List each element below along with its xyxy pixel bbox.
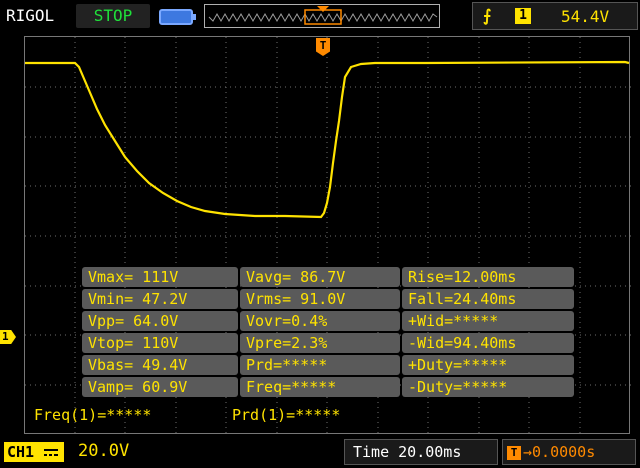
measurement-row: Vmax= 111V Vavg= 86.7V Rise=12.00ms bbox=[82, 266, 576, 288]
measure-vovr: Vovr=0.4% bbox=[240, 311, 400, 331]
measure-vtop: Vtop= 110V bbox=[82, 333, 238, 353]
run-stop-button[interactable]: STOP bbox=[76, 4, 150, 28]
top-status-bar: RIGOL STOP ⨍ 1 54.4V bbox=[0, 0, 640, 32]
measure-period: Prd=***** bbox=[240, 355, 400, 375]
measure-rise: Rise=12.00ms bbox=[402, 267, 574, 287]
waveform-memory-overview[interactable] bbox=[204, 4, 440, 28]
trigger-source-badge: 1 bbox=[515, 8, 531, 24]
measure-frequency: Freq=***** bbox=[240, 377, 400, 397]
measurement-row: Vpp= 64.0V Vovr=0.4% +Wid=***** bbox=[82, 310, 576, 332]
trigger-offset-readout[interactable]: T →0.0000s bbox=[502, 439, 636, 465]
ch1-waveform-trace bbox=[25, 60, 630, 219]
measure-pos-duty: +Duty=***** bbox=[402, 355, 574, 375]
measure-vamp: Vamp= 60.9V bbox=[82, 377, 238, 397]
volts-per-div[interactable]: 20.0V bbox=[78, 441, 129, 461]
measure-neg-duty: -Duty=***** bbox=[402, 377, 574, 397]
bottom-status-bar: CH1 20.0V Time 20.00ms T →0.0000s bbox=[0, 436, 640, 468]
measure-vmin: Vmin= 47.2V bbox=[82, 289, 238, 309]
channel1-label: CH1 bbox=[7, 443, 35, 461]
measurement-row: Vbas= 49.4V Prd=***** +Duty=***** bbox=[82, 354, 576, 376]
measure-pos-width: +Wid=***** bbox=[402, 311, 574, 331]
measure-vavg: Vavg= 86.7V bbox=[240, 267, 400, 287]
memory-overview-wave bbox=[208, 6, 438, 25]
measure-vpre: Vpre=2.3% bbox=[240, 333, 400, 353]
dc-coupling-icon bbox=[44, 449, 59, 456]
trigger-level: 54.4V bbox=[561, 7, 610, 26]
measure-vrms: Vrms= 91.0V bbox=[240, 289, 400, 309]
trigger-settings-panel[interactable]: ⨍ 1 54.4V bbox=[472, 2, 638, 30]
measure-fall: Fall=24.40ms bbox=[402, 289, 574, 309]
measurement-panel: Vmax= 111V Vavg= 86.7V Rise=12.00ms Vmin… bbox=[82, 266, 576, 398]
trigger-offset-icon: T bbox=[507, 446, 521, 460]
measurement-row: Vamp= 60.9V Freq=***** -Duty=***** bbox=[82, 376, 576, 398]
rising-edge-icon: ⨍ bbox=[483, 6, 492, 25]
trigger-offset-value: 0.0000s bbox=[532, 443, 596, 461]
channel1-button[interactable]: CH1 bbox=[4, 442, 64, 462]
brand-label: RIGOL bbox=[6, 6, 55, 25]
timebase-readout[interactable]: Time 20.00ms bbox=[344, 439, 498, 465]
measure-vmax: Vmax= 111V bbox=[82, 267, 238, 287]
measure-vbas: Vbas= 49.4V bbox=[82, 355, 238, 375]
ch1-ground-marker[interactable]: 1 bbox=[0, 330, 16, 344]
frequency-counter: Freq(1)=***** bbox=[34, 406, 152, 424]
period-counter: Prd(1)=***** bbox=[232, 406, 341, 424]
trigger-offset-arrow: → bbox=[523, 443, 533, 461]
measurement-row: Vmin= 47.2V Vrms= 91.0V Fall=24.40ms bbox=[82, 288, 576, 310]
measure-vpp: Vpp= 64.0V bbox=[82, 311, 238, 331]
measurement-row: Vtop= 110V Vpre=2.3% -Wid=94.40ms bbox=[82, 332, 576, 354]
memory-depth-icon bbox=[159, 9, 196, 25]
measure-neg-width: -Wid=94.40ms bbox=[402, 333, 574, 353]
